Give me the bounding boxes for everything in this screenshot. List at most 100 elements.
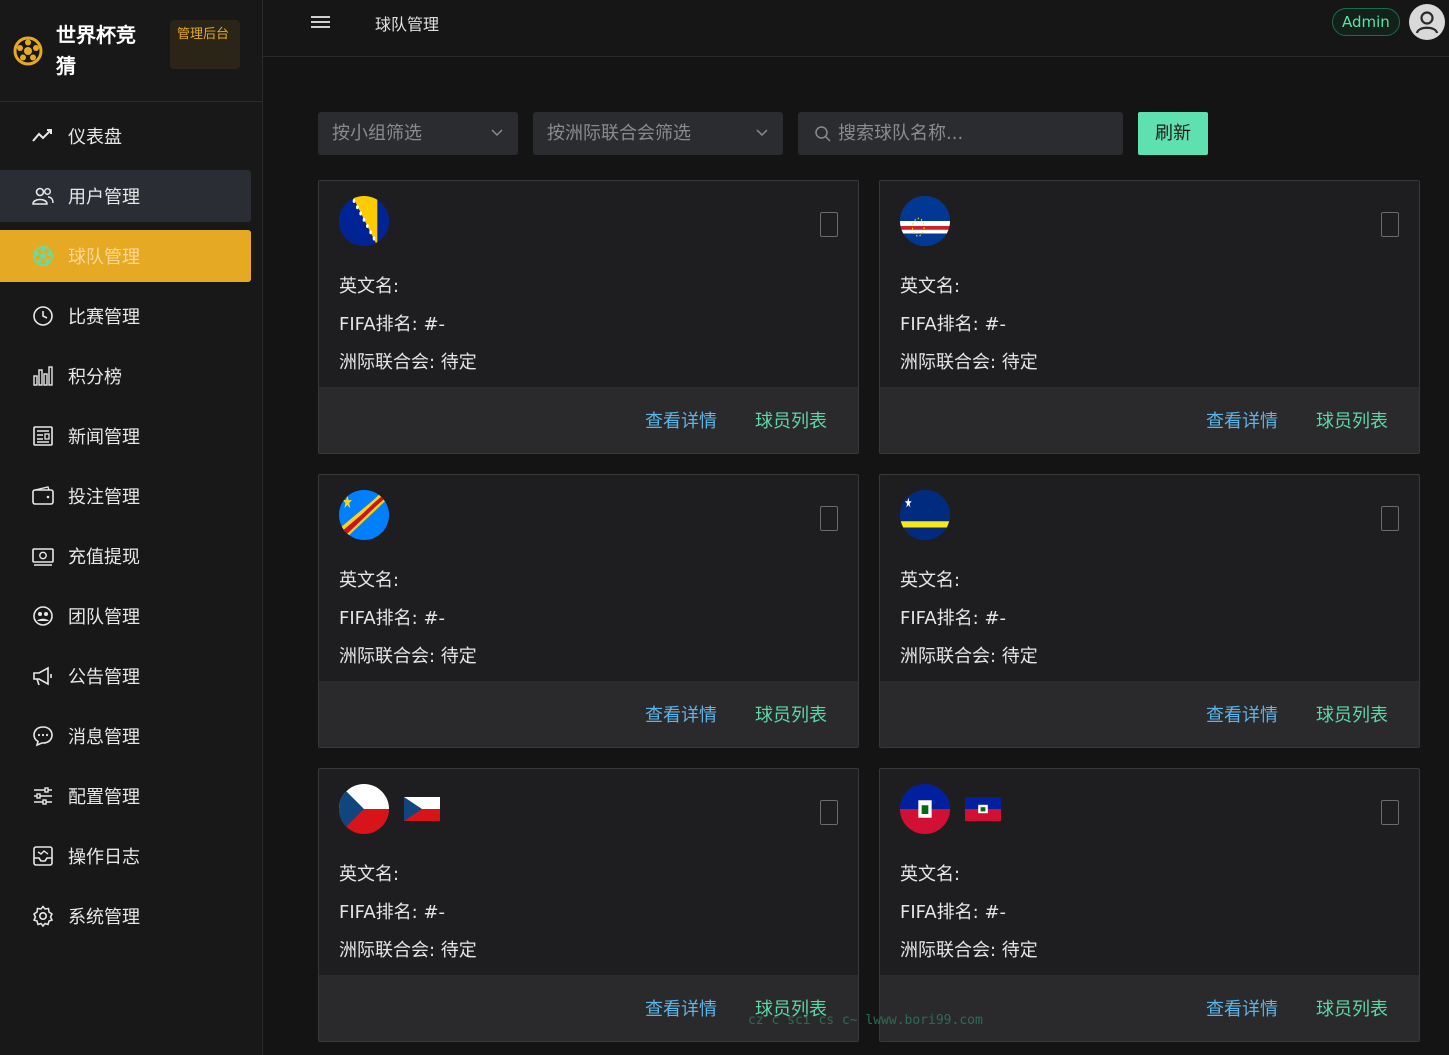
- admin-badge: 管理后台: [170, 20, 240, 69]
- sidebar-item-label: 配置管理: [68, 787, 140, 808]
- money-icon: [31, 544, 55, 568]
- player-list-link[interactable]: 球员列表: [1316, 407, 1388, 433]
- card-footer: 查看详情 球员列表: [319, 975, 858, 1041]
- sidebar-item-label: 团队管理: [68, 607, 140, 628]
- english-name-label: 英文名:: [900, 570, 961, 591]
- card-footer: 查看详情 球员列表: [319, 681, 858, 747]
- english-name-label: 英文名:: [900, 864, 961, 885]
- player-list-link[interactable]: 球员列表: [755, 407, 827, 433]
- sidebar-item-6[interactable]: 投注管理: [0, 470, 251, 522]
- chat-icon: [31, 724, 55, 748]
- english-name-label: 英文名:: [339, 570, 400, 591]
- bar-chart-icon: [31, 364, 55, 388]
- team-flag: [339, 784, 389, 834]
- team-flag-small: [404, 797, 440, 821]
- card-footer: 查看详情 球员列表: [319, 387, 858, 453]
- team-search-input[interactable]: 搜索球队名称...: [798, 112, 1123, 155]
- fifa-rank-label: FIFA排名: #-: [900, 608, 1007, 629]
- team-flag: [900, 784, 950, 834]
- menu-toggle-icon[interactable]: [311, 13, 333, 31]
- team-card: 英文名: FIFA排名: #- 洲际联合会: 待定 查看详情 球员列表: [318, 768, 859, 1042]
- breadcrumb: 球队管理: [375, 15, 440, 34]
- fifa-rank-label: FIFA排名: #-: [900, 314, 1007, 335]
- english-name-label: 英文名:: [900, 276, 961, 297]
- player-list-link[interactable]: 球员列表: [755, 701, 827, 727]
- sidebar-item-label: 球队管理: [68, 247, 140, 268]
- chevron-down-icon: [756, 129, 768, 137]
- chevron-down-icon: [491, 129, 503, 137]
- confederation-label: 洲际联合会: 待定: [900, 940, 1038, 961]
- search-placeholder: 搜索球队名称...: [838, 123, 964, 144]
- sidebar-item-4[interactable]: 积分榜: [0, 350, 251, 402]
- confederation-label: 洲际联合会: 待定: [900, 352, 1038, 373]
- user-name-badge[interactable]: Admin: [1332, 8, 1400, 36]
- soccer-ball-icon: [31, 244, 55, 268]
- view-details-link[interactable]: 查看详情: [645, 407, 717, 433]
- confederation-filter-placeholder: 按洲际联合会筛选: [547, 123, 691, 144]
- view-details-link[interactable]: 查看详情: [1206, 701, 1278, 727]
- trend-line-icon: [31, 124, 55, 148]
- inbox-icon: [31, 844, 55, 868]
- team-flag: [900, 196, 950, 246]
- select-checkbox[interactable]: [820, 212, 838, 237]
- sidebar-item-label: 比赛管理: [68, 307, 140, 328]
- fifa-rank-label: FIFA排名: #-: [339, 608, 446, 629]
- team-flag: [339, 490, 389, 540]
- avatar[interactable]: [1409, 4, 1445, 40]
- team-card: 英文名: FIFA排名: #- 洲际联合会: 待定查看详情 球员列表: [318, 474, 859, 748]
- card-footer: 查看详情 球员列表: [880, 387, 1419, 453]
- confederation-label: 洲际联合会: 待定: [339, 646, 477, 667]
- team-flag: [900, 490, 950, 540]
- user-icon: [1415, 11, 1439, 34]
- team-card: 英文名: FIFA排名: #- 洲际联合会: 待定查看详情 球员列表: [879, 180, 1420, 454]
- select-checkbox[interactable]: [820, 506, 838, 531]
- sidebar-item-13[interactable]: 系统管理: [0, 890, 251, 942]
- select-checkbox[interactable]: [1381, 506, 1399, 531]
- sidebar-item-2[interactable]: 球队管理: [0, 230, 251, 282]
- gear-icon: [31, 904, 55, 928]
- sidebar-item-11[interactable]: 配置管理: [0, 770, 251, 822]
- wallet-icon: [31, 484, 55, 508]
- select-checkbox[interactable]: [1381, 212, 1399, 237]
- users-icon: [31, 184, 55, 208]
- view-details-link[interactable]: 查看详情: [1206, 407, 1278, 433]
- sidebar-item-8[interactable]: 团队管理: [0, 590, 251, 642]
- app-title: 世界杯竞猜: [56, 22, 136, 78]
- sidebar-item-5[interactable]: 新闻管理: [0, 410, 251, 462]
- sidebar-menu: 仪表盘用户管理球队管理比赛管理积分榜新闻管理投注管理充值提现团队管理公告管理消息…: [0, 102, 262, 942]
- confederation-label: 洲际联合会: 待定: [339, 352, 477, 373]
- sidebar-item-0[interactable]: 仪表盘: [0, 110, 251, 162]
- confederation-filter-select[interactable]: 按洲际联合会筛选: [533, 112, 783, 155]
- sidebar-item-label: 公告管理: [68, 667, 140, 688]
- sidebar-item-label: 仪表盘: [68, 127, 122, 148]
- select-checkbox[interactable]: [1381, 800, 1399, 825]
- group-filter-select[interactable]: 按小组筛选: [318, 112, 518, 155]
- sidebar-item-12[interactable]: 操作日志: [0, 830, 251, 882]
- fifa-rank-label: FIFA排名: #-: [900, 902, 1007, 923]
- select-checkbox[interactable]: [820, 800, 838, 825]
- player-list-link[interactable]: 球员列表: [1316, 701, 1388, 727]
- fifa-rank-label: FIFA排名: #-: [339, 314, 446, 335]
- brand: 世界杯竞猜 管理后台: [0, 0, 262, 102]
- sidebar-item-3[interactable]: 比赛管理: [0, 290, 251, 342]
- view-details-link[interactable]: 查看详情: [645, 995, 717, 1021]
- refresh-button[interactable]: 刷新: [1138, 112, 1208, 155]
- team-card: 英文名: FIFA排名: #- 洲际联合会: 待定查看详情 球员列表: [879, 768, 1420, 1042]
- sidebar-item-label: 操作日志: [68, 847, 140, 868]
- team-card: 英文名: FIFA排名: #- 洲际联合会: 待定 查看详情 球员列表: [879, 474, 1420, 748]
- view-details-link[interactable]: 查看详情: [645, 701, 717, 727]
- sidebar-item-1[interactable]: 用户管理: [0, 170, 251, 222]
- sidebar-item-9[interactable]: 公告管理: [0, 650, 251, 702]
- watermark: cz c sci cs c~ lwww.bori99.com: [748, 1013, 983, 1028]
- top-header: 球队管理 Admin: [263, 0, 1449, 57]
- sidebar-item-7[interactable]: 充值提现: [0, 530, 251, 582]
- sidebar: 世界杯竞猜 管理后台 仪表盘用户管理球队管理比赛管理积分榜新闻管理投注管理充值提…: [0, 0, 263, 1055]
- clock-icon: [31, 304, 55, 328]
- sidebar-item-10[interactable]: 消息管理: [0, 710, 251, 762]
- player-list-link[interactable]: 球员列表: [1316, 995, 1388, 1021]
- english-name-label: 英文名:: [339, 864, 400, 885]
- view-details-link[interactable]: 查看详情: [1206, 995, 1278, 1021]
- sidebar-item-label: 消息管理: [68, 727, 140, 748]
- card-footer: 查看详情 球员列表: [880, 681, 1419, 747]
- team-flag-small: [965, 797, 1001, 821]
